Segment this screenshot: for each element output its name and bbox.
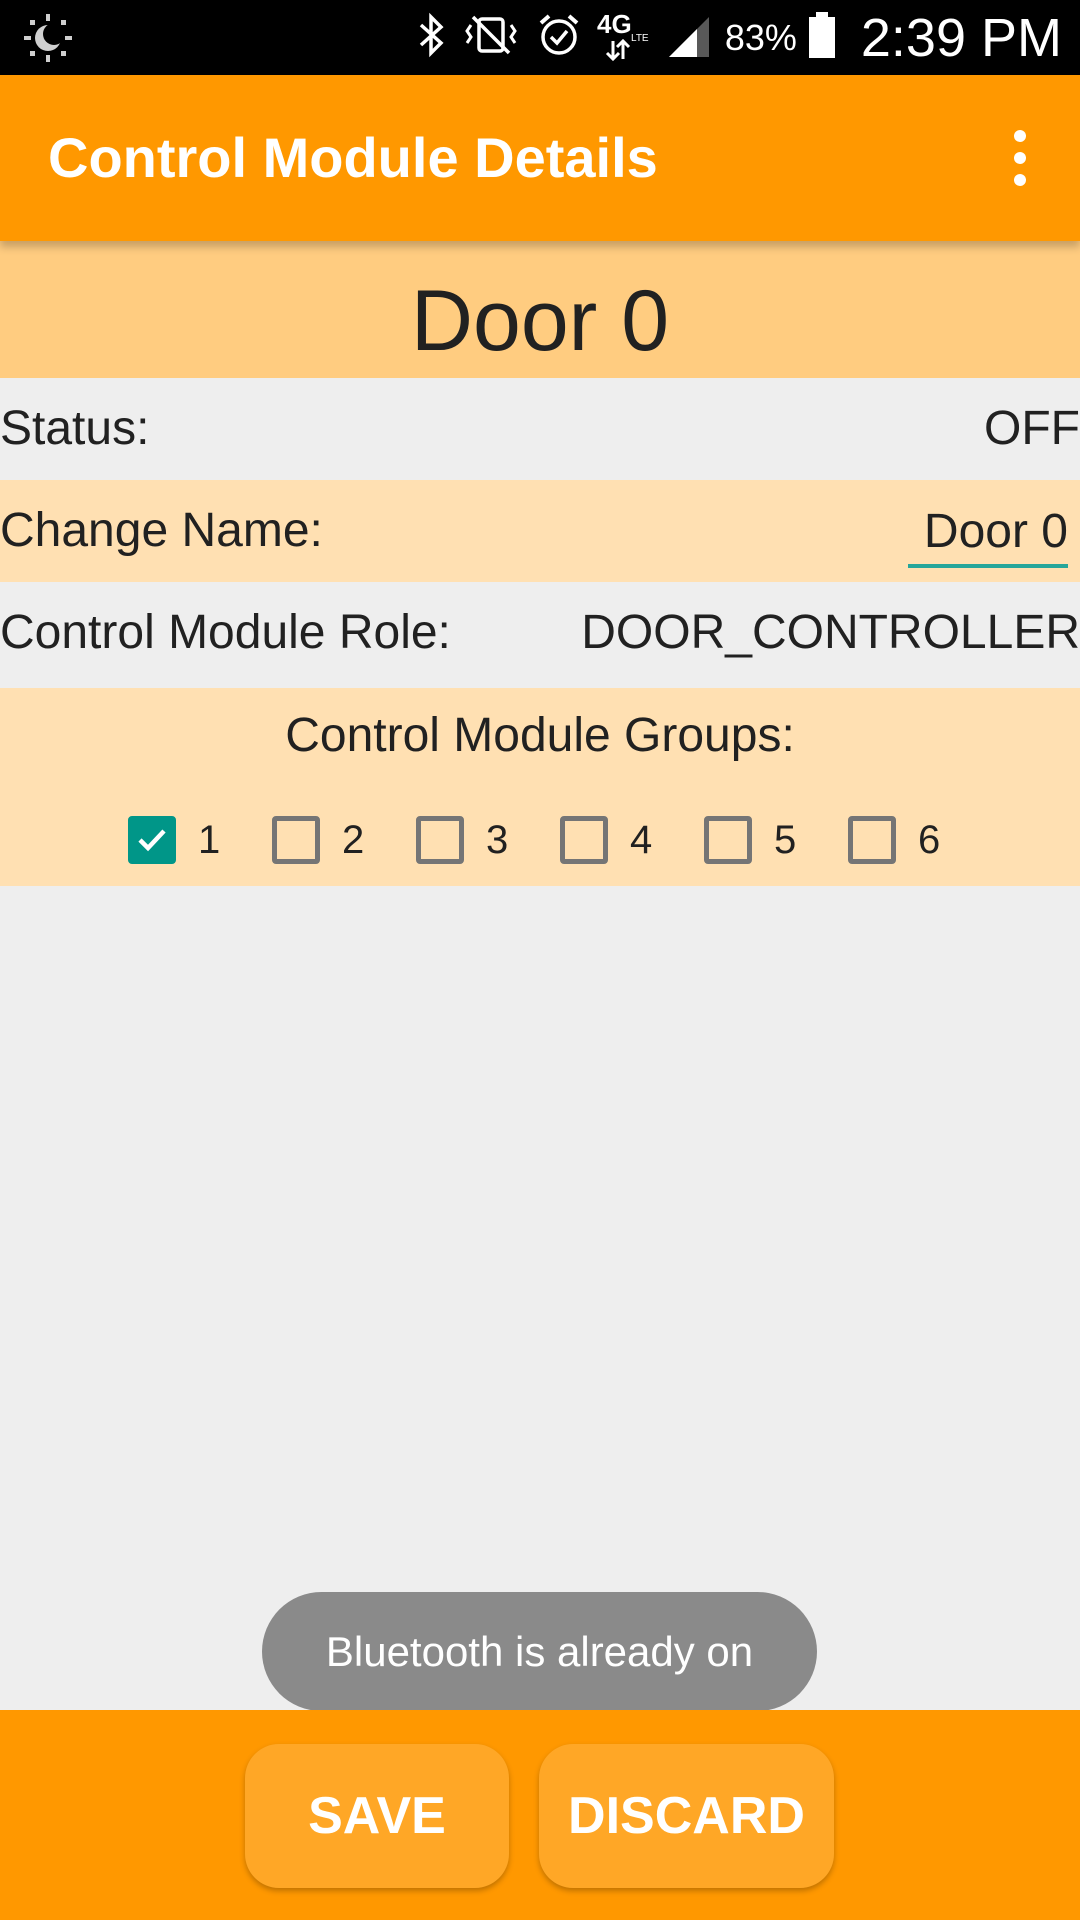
role-row: Control Module Role: DOOR_CONTROLLER	[0, 582, 1080, 684]
toast-message: Bluetooth is already on	[262, 1592, 817, 1711]
network-4g-icon: 4G LTE	[597, 7, 653, 68]
group-label: 5	[774, 817, 797, 862]
change-name-row: Change Name:	[0, 480, 1080, 582]
groups-title: Control Module Groups:	[285, 709, 795, 762]
group-label: 1	[198, 817, 221, 862]
role-value: DOOR_CONTROLLER	[581, 606, 1080, 659]
group-checkbox-5[interactable]: 5	[704, 812, 796, 868]
checkbox-unchecked-icon[interactable]	[704, 816, 752, 864]
checkbox-unchecked-icon[interactable]	[416, 816, 464, 864]
door-title-row: Door 0	[0, 241, 1080, 378]
role-label: Control Module Role:	[0, 606, 451, 659]
group-checkbox-3[interactable]: 3	[416, 812, 508, 868]
group-label: 4	[630, 817, 653, 862]
checkbox-unchecked-icon[interactable]	[560, 816, 608, 864]
screen: 4G LTE 83% 2:39 PM Control Module Detail…	[0, 0, 1080, 1920]
app-bar: Control Module Details	[0, 75, 1080, 241]
brightness-icon	[22, 12, 74, 64]
status-label: Status:	[0, 402, 150, 455]
group-checkbox-6[interactable]: 6	[848, 812, 940, 868]
svg-text:4G: 4G	[597, 9, 632, 39]
group-label: 2	[342, 817, 365, 862]
clock: 2:39 PM	[860, 7, 1062, 68]
group-checkbox-2[interactable]: 2	[272, 812, 364, 868]
bluetooth-icon	[415, 11, 447, 64]
group-checkbox-4[interactable]: 4	[560, 812, 652, 868]
status-row: Status: OFF	[0, 378, 1080, 480]
group-label: 3	[486, 817, 509, 862]
checkbox-unchecked-icon[interactable]	[848, 816, 896, 864]
battery-percent: 83%	[724, 16, 797, 58]
page-title: Control Module Details	[48, 126, 658, 189]
signal-icon	[667, 11, 711, 64]
group-label: 6	[918, 817, 941, 862]
status-value: OFF	[984, 402, 1080, 455]
status-bar: 4G LTE 83% 2:39 PM	[0, 0, 1080, 75]
door-title: Door 0	[410, 273, 670, 369]
checkbox-unchecked-icon[interactable]	[272, 816, 320, 864]
groups-section: Control Module Groups: 1 2 3 4 5 6	[0, 688, 1080, 886]
vibrate-icon	[461, 11, 521, 64]
group-checkboxes: 1 2 3 4 5 6	[0, 812, 1080, 868]
bottom-action-bar: SAVE DISCARD	[0, 1710, 1080, 1920]
more-vert-icon[interactable]	[990, 128, 1050, 188]
alarm-icon	[535, 11, 583, 64]
battery-icon	[807, 10, 837, 65]
discard-button[interactable]: DISCARD	[539, 1744, 834, 1888]
name-input[interactable]	[908, 498, 1068, 568]
group-checkbox-1[interactable]: 1	[128, 812, 220, 868]
checkbox-checked-icon[interactable]	[128, 816, 176, 864]
save-button[interactable]: SAVE	[245, 1744, 509, 1888]
svg-text:LTE: LTE	[631, 33, 649, 44]
change-name-label: Change Name:	[0, 504, 323, 557]
